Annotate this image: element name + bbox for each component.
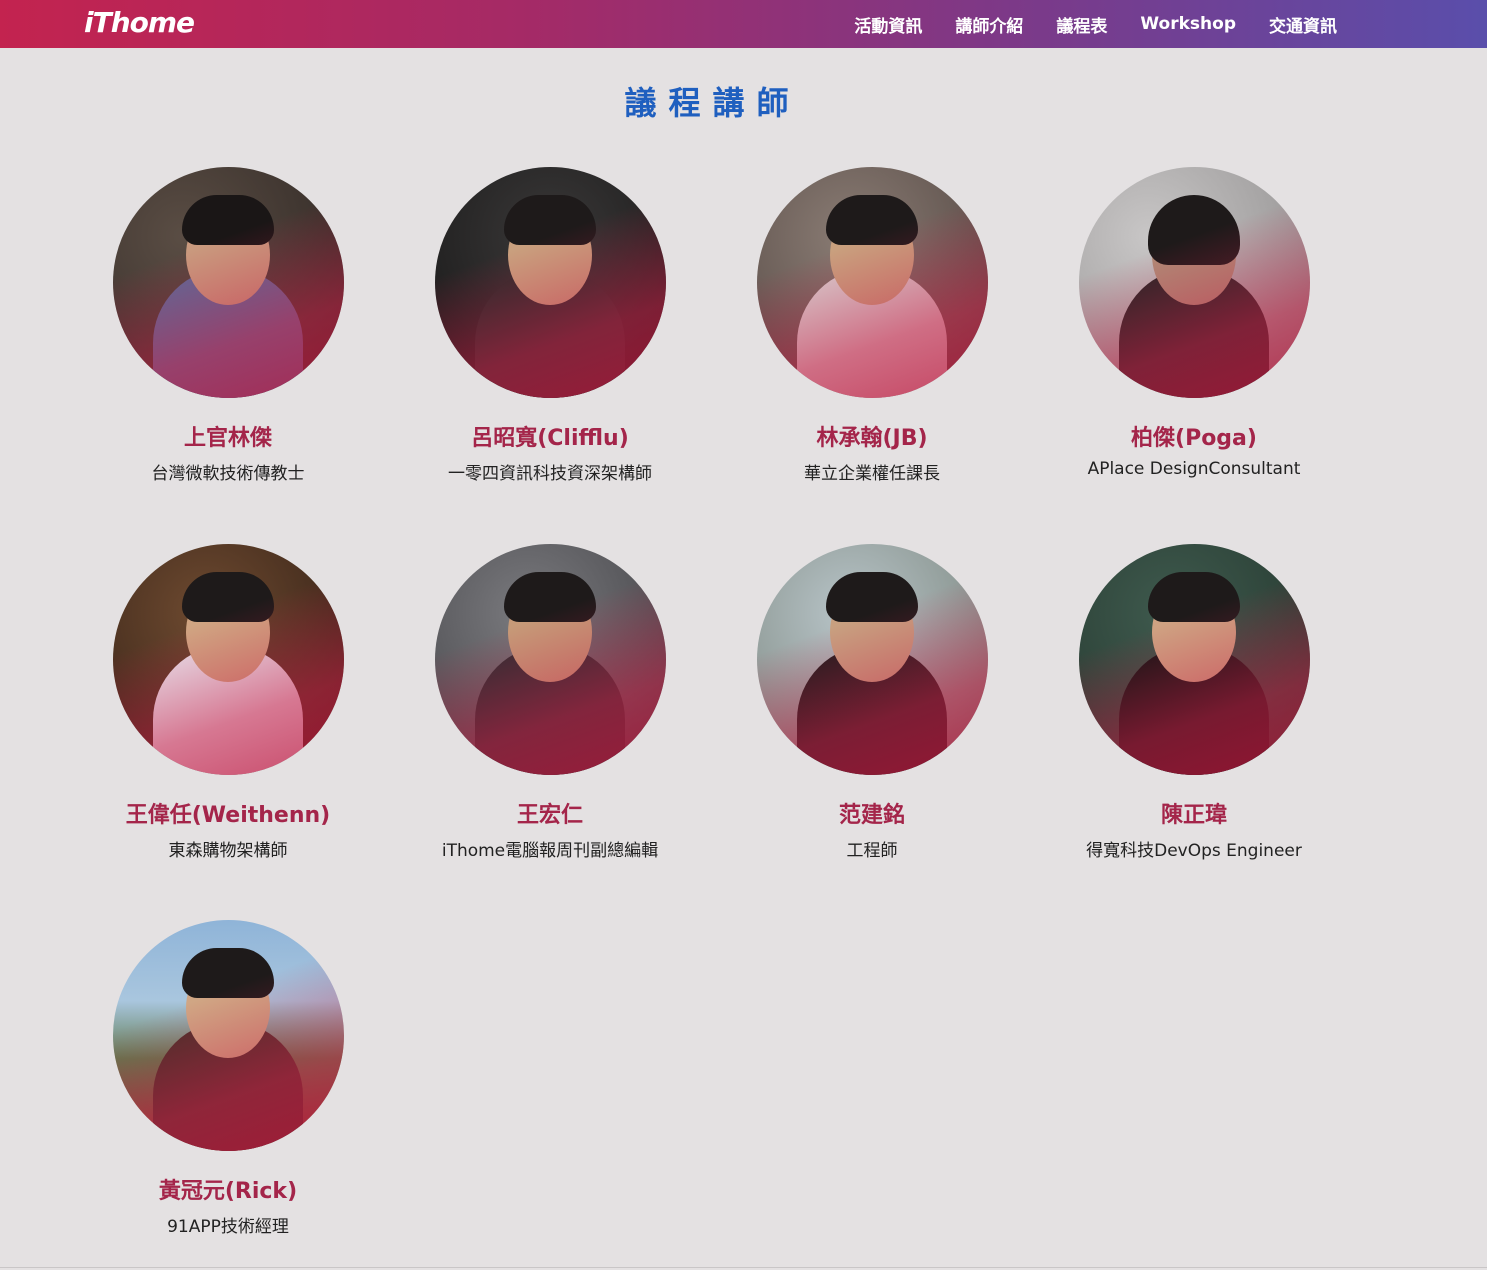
speaker-card[interactable]: 范建銘 工程師 (712, 544, 1032, 861)
speaker-card[interactable]: 上官林傑 台灣微軟技術傳教士 (68, 167, 388, 484)
nav-item-speakers[interactable]: 講師介紹 (955, 12, 1023, 37)
speaker-role: APlace DesignConsultant (1087, 459, 1301, 479)
speaker-name: 呂昭寬(Clifflu) (471, 426, 629, 451)
speaker-photo (756, 544, 988, 775)
speaker-name: 范建銘 (838, 803, 905, 828)
speaker-card[interactable]: 王宏仁 iThome電腦報周刊副總編輯 (390, 544, 710, 861)
top-navigation-bar: iThome 活動資訊 講師介紹 議程表 Workshop 交通資訊 (0, 0, 1487, 48)
speaker-name: 柏傑(Poga) (1131, 426, 1257, 451)
speaker-role: 東森購物架構師 (168, 841, 288, 861)
page-title: 議程講師 (624, 84, 801, 122)
speaker-role: iThome電腦報周刊副總編輯 (441, 841, 659, 861)
speaker-role: 工程師 (846, 841, 898, 861)
speaker-role: 台灣微軟技術傳教士 (151, 464, 305, 484)
footer-divider (0, 1267, 1487, 1268)
nav-item-transportation[interactable]: 交通資訊 (1269, 12, 1337, 37)
speaker-role: 華立企業權任課長 (804, 464, 940, 484)
speaker-photo (112, 167, 344, 398)
speaker-name: 上官林傑 (183, 426, 272, 451)
speaker-photo (1078, 167, 1310, 398)
speaker-name: 王偉任(Weithenn) (125, 803, 331, 828)
speaker-role: 一零四資訊科技資深架構師 (448, 464, 652, 484)
nav-item-agenda[interactable]: 議程表 (1056, 12, 1107, 37)
speaker-card[interactable]: 王偉任(Weithenn) 東森購物架構師 (68, 544, 388, 861)
speaker-photo (434, 167, 666, 398)
nav-item-event-info[interactable]: 活動資訊 (854, 12, 922, 37)
speaker-card[interactable]: 柏傑(Poga) APlace DesignConsultant (1034, 167, 1354, 479)
speaker-card[interactable]: 林承翰(JB) 華立企業權任課長 (712, 167, 1032, 484)
speaker-photo (112, 544, 344, 775)
speaker-role: 得寬科技DevOps Engineer (1086, 841, 1302, 861)
speaker-name: 陳正瑋 (1160, 803, 1227, 828)
speaker-photo (112, 920, 344, 1151)
speaker-photo (434, 544, 666, 775)
speaker-role: 91APP技術經理 (167, 1217, 289, 1237)
speaker-name: 王宏仁 (516, 803, 583, 828)
speaker-card[interactable]: 黃冠元(Rick) 91APP技術經理 (68, 920, 388, 1237)
speaker-photo (756, 167, 988, 398)
speaker-card[interactable]: 陳正瑋 得寬科技DevOps Engineer (1034, 544, 1354, 861)
ithome-logo[interactable]: iThome (84, 6, 195, 39)
speaker-name: 黃冠元(Rick) (158, 1179, 298, 1204)
speaker-name: 林承翰(JB) (816, 426, 928, 451)
main-nav: 活動資訊 講師介紹 議程表 Workshop 交通資訊 (821, 0, 1337, 48)
nav-item-workshop[interactable]: Workshop (1140, 14, 1236, 34)
speaker-photo (1078, 544, 1310, 775)
speaker-card[interactable]: 呂昭寬(Clifflu) 一零四資訊科技資深架構師 (390, 167, 710, 484)
